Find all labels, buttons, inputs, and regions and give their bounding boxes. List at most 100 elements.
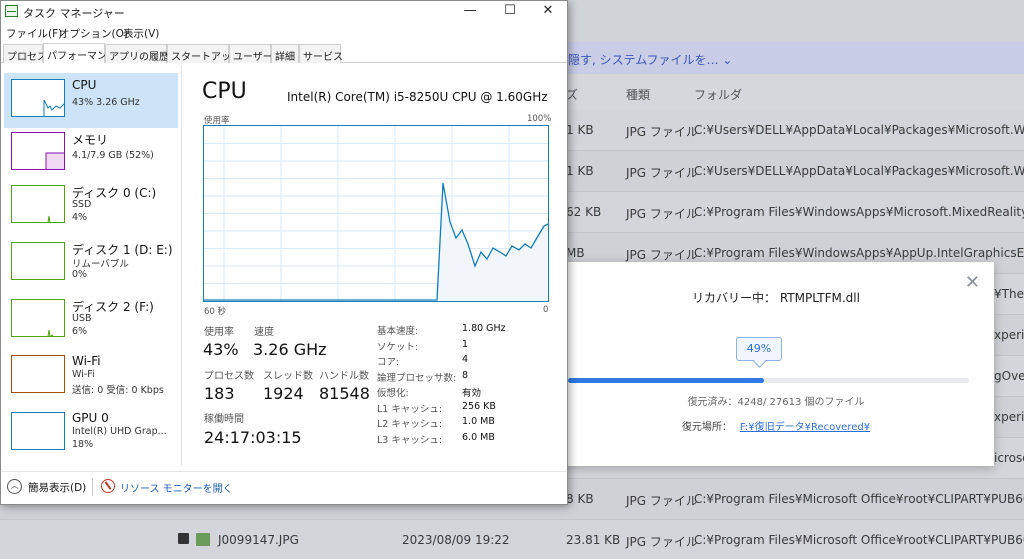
progress-bar-fill [568,378,765,383]
handle-count-value: 81548 [319,384,370,403]
detail-value: 1 [462,338,469,350]
tab-performance[interactable]: パフォーマンス [43,43,117,63]
file-size: 23.81 KB [566,533,621,547]
cpu-model: Intel(R) Core(TM) i5-8250U CPU @ 1.60GHz [287,90,548,104]
sidebar-item-disk-1[interactable]: ディスク 1 (D: E:) リムーバブル 0% [4,236,178,291]
uptime-label: 稼働時間 [204,414,244,425]
file-type: JPG ファイル [626,166,698,180]
file-size: 8 KB [566,492,594,506]
file-date: 2023/08/09 19:22 [402,533,510,547]
destination-label: 復元場所： [681,422,732,433]
handle-count-label: ハンドル数 [319,371,369,382]
bottom-bar: ︿ 簡易表示(D) リソース モニターを開く [1,471,567,503]
checkbox[interactable] [178,533,189,544]
file-type: JPG ファイル [626,248,698,262]
cpu-heading: CPU [202,79,247,104]
sidebar-detail: Wi-Fi [72,369,95,380]
uptime-value: 24:17:03:15 [204,428,302,447]
minimize-button[interactable]: — [450,1,490,22]
image-file-icon [196,533,210,546]
disk1-mini-graph [11,242,65,280]
file-folder: gOver [994,369,1024,383]
file-type: JPG ファイル [626,535,698,549]
sidebar-item-memory[interactable]: メモリ 4.1/7.9 GB (52%) [4,126,178,181]
menu-view[interactable]: 表示(V) [123,26,159,41]
detail-value: 8 [462,369,469,381]
sidebar-item-cpu[interactable]: CPU 43% 3.26 GHz [4,73,178,128]
fewer-details-button[interactable]: 簡易表示(D) [28,480,86,495]
sidebar-item-disk-2[interactable]: ディスク 2 (F:) USB 6% [4,293,178,348]
file-type: JPG ファイル [626,207,698,221]
recovery-title: リカバリー中： RTMPLTFM.dll [692,291,860,305]
detail-label: L3 キャッシュ: [377,434,443,446]
menu-bar: ファイル(F) オプション(O) 表示(V) [1,24,567,42]
file-type: JPG ファイル [626,125,698,139]
menu-file[interactable]: ファイル(F) [6,26,62,41]
file-folder: C:¥Program Files¥WindowsApps¥AppUp.Intel… [694,246,1024,260]
graph-time-label: 60 秒 [204,307,227,317]
detail-label: L2 キャッシュ: [377,419,443,430]
tab-app-history[interactable]: アプリの履歴 [105,44,169,63]
pane-divider [181,65,182,465]
detail-value: 有効 [462,388,482,399]
file-folder: C:¥Program Files¥Microsoft Office¥root¥C… [694,492,1024,506]
thread-count-value: 1924 [263,384,304,403]
file-size: 1 KB [566,123,594,137]
file-row[interactable]: J0099147.JPG 2023/08/09 19:22 23.81 KB JPG … [0,520,1024,559]
detail-value: 256 KB [462,400,496,412]
usage-value: 43% [203,340,239,359]
close-button[interactable]: ✕ [528,1,568,22]
detail-label: 論理プロセッサ数: [377,372,457,384]
tab-bar: プロセス パフォーマンス アプリの履歴 スタートアップ ユーザー 詳細 サービス [1,43,567,63]
file-size: 1 KB [566,164,594,178]
maximize-button[interactable]: ☐ [490,1,530,22]
detail-value: 1.0 MB [462,416,495,427]
disk2-mini-graph [11,299,65,337]
open-resource-monitor-link[interactable]: リソース モニターを開く [120,480,233,495]
sidebar-label: CPU [72,78,97,92]
tab-users[interactable]: ユーザー [229,44,273,63]
tab-startup[interactable]: スタートアップ [167,44,241,63]
resource-monitor-icon [101,479,115,493]
sidebar-item-disk-0[interactable]: ディスク 0 (C:) SSD 4% [4,179,178,234]
speed-value: 3.26 GHz [253,340,327,359]
sidebar-detail-2: 0% [72,269,88,280]
tab-details[interactable]: 詳細 [271,44,299,63]
chevron-up-icon[interactable]: ︿ [7,479,22,494]
menu-options[interactable]: オプション(O) [59,26,128,41]
filter-bar[interactable]: 隠す, システムファイルを… ⌄ [560,42,1024,74]
destination-link[interactable]: F:¥復旧データ¥Recovered¥ [740,422,870,433]
thread-count-label: スレッド数 [263,371,313,382]
file-name: J0099147.JPG [218,533,299,547]
window-title: タスク マネージャー [23,7,125,20]
file-folder: icroso [994,451,1024,465]
title-bar[interactable]: タスク マネージャー — ☐ ✕ [1,1,567,22]
file-folder: C:¥Program Files¥Microsoft Office¥root¥C… [694,533,1024,547]
file-size: MB [566,246,585,260]
detail-value: 6.0 MB [462,431,495,443]
sidebar-detail: 43% 3.26 GHz [72,97,140,108]
graph-min-label: 0 [543,305,549,315]
file-size: 62 KB [566,205,602,219]
disk0-mini-graph [11,185,65,223]
column-type[interactable]: 種類 [626,86,650,103]
file-folder: ¥The [994,287,1024,301]
detail-label: コア: [377,357,400,368]
tab-services[interactable]: サービス [299,44,343,63]
sidebar-label: Wi-Fi [72,354,101,368]
sidebar-detail-2: 4% [72,212,88,223]
usage-label: 使用率 [204,327,234,338]
tab-processes[interactable]: プロセス [3,44,47,63]
sidebar-item-wifi[interactable]: Wi-Fi Wi-Fi 送信: 0 受信: 0 Kbps [4,349,178,404]
file-list-header: ズ 種類 フォルダ [560,78,1024,108]
sidebar-detail-2: 6% [72,326,88,337]
progress-percent-badge: 49% [736,337,782,361]
graph-max-label: 100% [527,114,552,124]
sidebar-item-gpu[interactable]: GPU 0 Intel(R) UHD Grap... 18% [4,406,178,461]
cpu-usage-graph [203,125,549,302]
wifi-mini-graph [11,355,65,393]
bottom-divider [92,478,93,496]
column-folder[interactable]: フォルダ [694,86,742,103]
file-folder: xperie [994,410,1024,424]
cpu-graph-svg [204,126,549,301]
